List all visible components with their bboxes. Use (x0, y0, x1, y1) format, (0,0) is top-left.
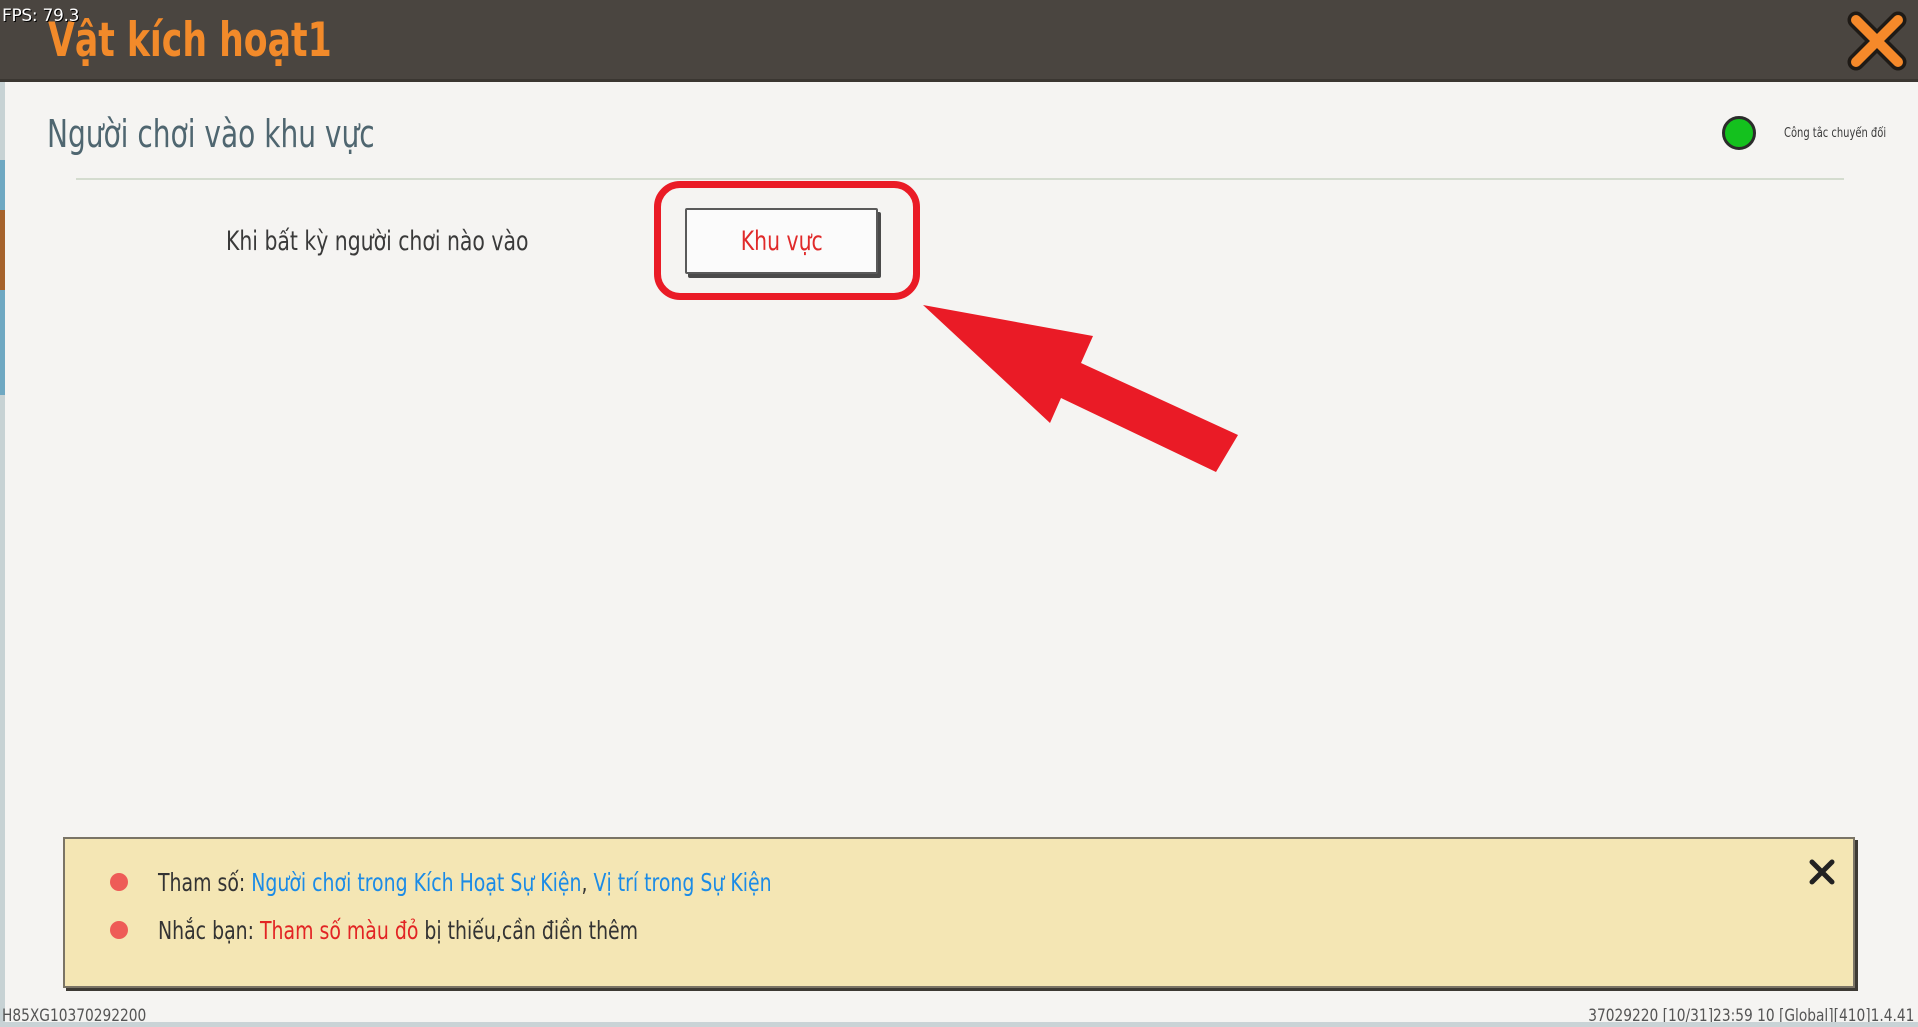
params-line: Tham số: Người chơi trong Kích Hoạt Sự K… (158, 868, 772, 897)
bullet-icon (110, 873, 128, 891)
param-separator: , (581, 868, 594, 897)
bullet-icon (110, 921, 128, 939)
divider (76, 178, 1844, 180)
fps-counter: FPS: 79.3 (2, 6, 80, 26)
reminder-highlight: Tham số màu đỏ (259, 916, 419, 945)
reminder-rest: bị thiếu,cần điền thêm (418, 916, 639, 945)
param-link-player[interactable]: Người chơi trong Kích Hoạt Sự Kiện (251, 868, 581, 897)
info-panel: Tham số: Người chơi trong Kích Hoạt Sự K… (63, 837, 1855, 988)
title-bar: Vật kích hoạt1 FPS: 79.3 (0, 0, 1918, 82)
section-title: Người chơi vào khu vực (47, 112, 375, 156)
highlight-box (654, 181, 920, 300)
close-window-button[interactable] (1846, 10, 1908, 72)
params-label: Tham số: (158, 868, 252, 897)
window-title: Vật kích hoạt1 (48, 13, 332, 68)
reminder-line: Nhắc bạn: Tham số màu đỏ bị thiếu,cần đi… (158, 916, 638, 945)
arrow-annotation (923, 305, 1238, 472)
toggle-label: Công tắc chuyển đổi (1784, 126, 1887, 141)
condition-text: Khi bất kỳ người chơi nào vào (226, 226, 529, 257)
param-link-position[interactable]: Vị trí trong Sự Kiện (594, 868, 772, 897)
close-icon (1809, 859, 1835, 885)
reminder-label: Nhắc bạn: (158, 916, 260, 945)
close-icon (1847, 11, 1907, 71)
close-info-button[interactable] (1807, 857, 1837, 887)
toggle-switch[interactable] (1722, 116, 1756, 150)
bottom-strip (0, 1022, 1918, 1027)
